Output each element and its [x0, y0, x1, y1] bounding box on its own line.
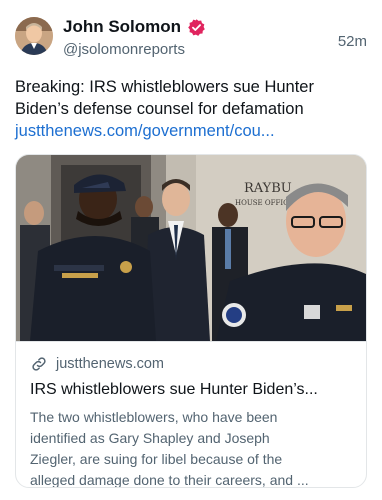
post-text-line: Breaking: IRS whistleblowers sue Hunter	[15, 78, 314, 96]
post-text-line: Biden’s defense counsel for defamation	[15, 100, 304, 118]
card-description-line: identified as Gary Shapley and Joseph	[30, 430, 270, 446]
user-avatar-icon	[15, 17, 53, 55]
card-description-line: alleged damage done to their careers, an…	[30, 472, 309, 488]
verified-badge-icon	[187, 18, 206, 37]
photo-sign-text: RAYBU	[244, 181, 292, 196]
post: John Solomon @jsolomonreports 52m Breaki…	[0, 0, 382, 500]
post-text: Breaking: IRS whistleblowers sue Hunter …	[15, 76, 370, 142]
author-handle[interactable]: @jsolomonreports	[63, 41, 185, 58]
card-description-line: The two whistleblowers, who have been	[30, 409, 278, 425]
card-description-line: Ziegler, are suing for libel because of …	[30, 451, 283, 467]
post-link[interactable]: justthenews.com/government/cou...	[15, 120, 370, 142]
link-preview-card[interactable]: RAYBU HOUSE OFFICE justthenews.com IRS w…	[15, 154, 367, 488]
avatar[interactable]	[15, 17, 53, 55]
card-body[interactable]: justthenews.com IRS whistleblowers sue H…	[16, 341, 366, 488]
news-photo: RAYBU HOUSE OFFICE	[16, 155, 366, 341]
card-image[interactable]: RAYBU HOUSE OFFICE	[16, 155, 366, 341]
display-name[interactable]: John Solomon	[63, 17, 181, 37]
photo-sign-subtext: HOUSE OFFICE	[235, 199, 294, 207]
card-description: The two whistleblowers, who have been id…	[30, 407, 352, 488]
author-name-row[interactable]: John Solomon	[63, 17, 206, 37]
link-icon	[30, 355, 48, 373]
card-title[interactable]: IRS whistleblowers sue Hunter Biden’s...	[30, 379, 352, 401]
card-domain: justthenews.com	[56, 356, 164, 372]
card-domain-row: justthenews.com	[30, 354, 352, 374]
post-timestamp[interactable]: 52m	[338, 33, 367, 50]
